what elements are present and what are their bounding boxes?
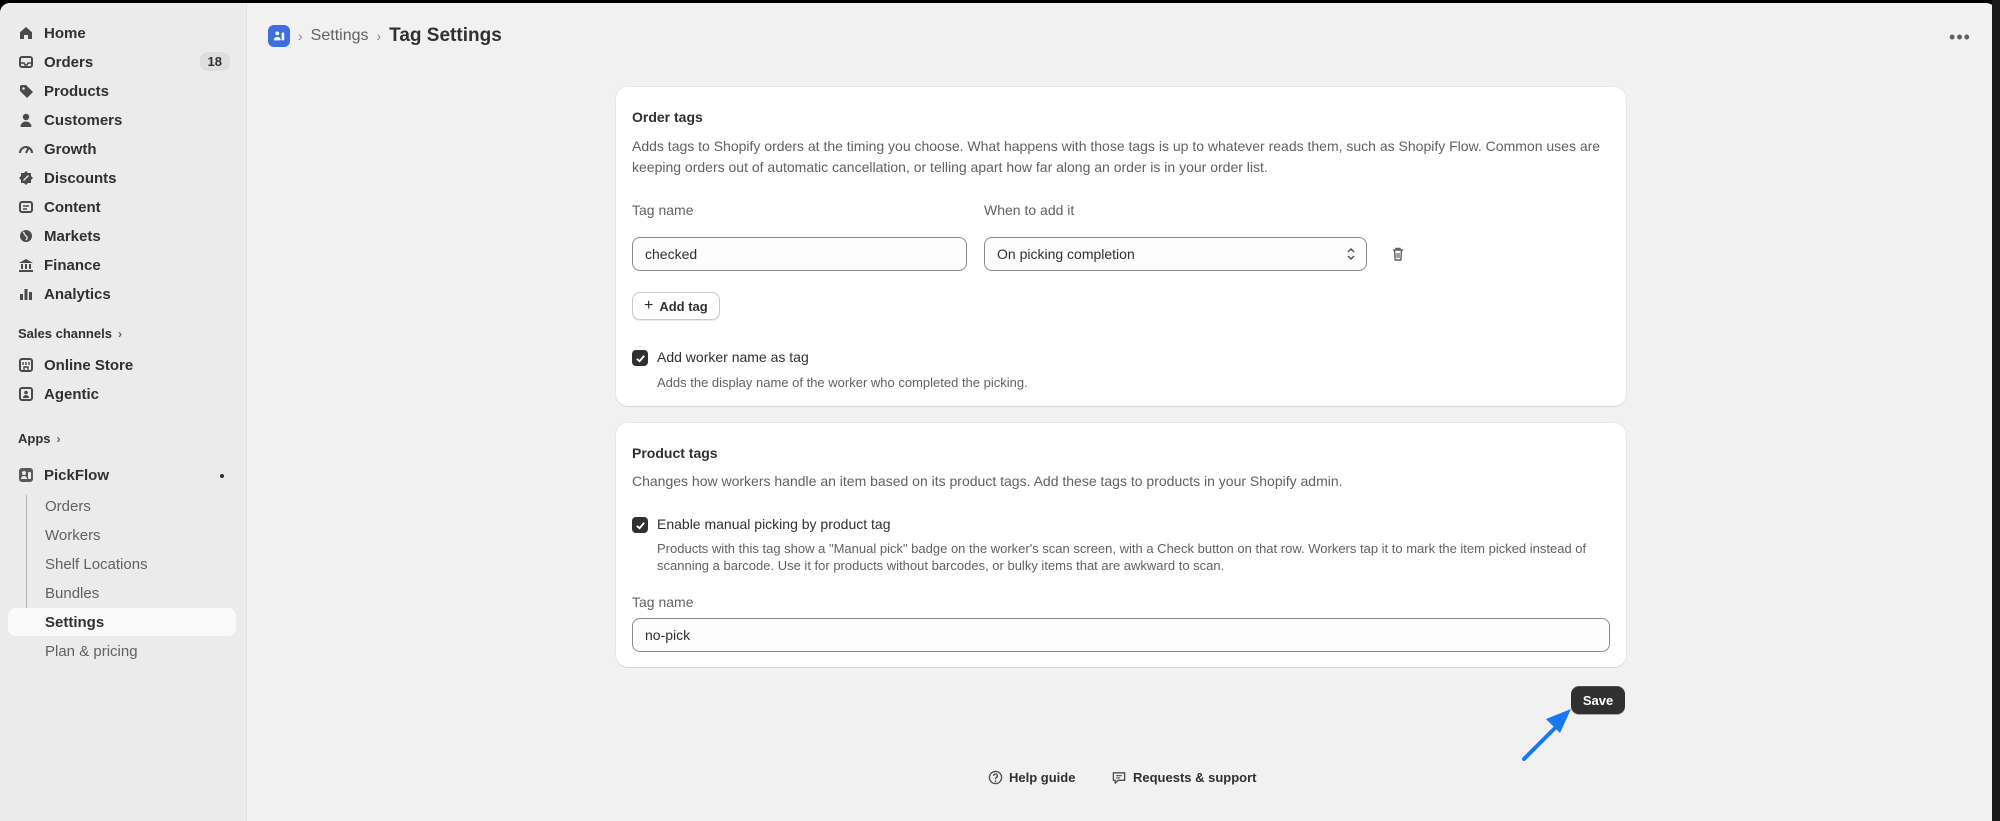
delete-tag-icon[interactable]: [1388, 244, 1408, 264]
person-icon: [18, 112, 34, 128]
sidebar-subitem-plan-pricing[interactable]: Plan & pricing: [8, 637, 236, 665]
breadcrumb: › Settings › Tag Settings: [268, 25, 502, 47]
sidebar-item-label: Finance: [44, 256, 101, 274]
worker-name-checkbox-label[interactable]: Add worker name as tag: [657, 349, 809, 365]
sidebar-item-analytics[interactable]: Analytics: [8, 280, 236, 308]
sidebar-item-content[interactable]: Content: [8, 193, 236, 221]
sidebar-item-markets[interactable]: Markets: [8, 222, 236, 250]
product-tag-name-input[interactable]: no-pick: [632, 618, 1610, 652]
chat-bubble-icon: [1111, 770, 1127, 785]
order-tags-title: Order tags: [632, 109, 703, 125]
requests-support-link[interactable]: Requests & support: [1111, 770, 1257, 785]
sidebar-item-label: Analytics: [44, 285, 111, 303]
product-tag-name-label: Tag name: [632, 594, 694, 610]
select-chevrons-icon: [1346, 246, 1356, 262]
sidebar-subitem-settings[interactable]: Settings: [8, 608, 236, 636]
product-tags-card: Product tags Changes how workers handle …: [616, 423, 1626, 667]
help-circle-icon: [988, 770, 1003, 785]
sidebar-item-pickflow[interactable]: PickFlow: [8, 461, 236, 489]
sidebar-subitem-shelf-locations[interactable]: Shelf Locations: [8, 550, 236, 578]
breadcrumb-settings-link[interactable]: Settings: [311, 27, 369, 45]
sidebar-item-orders[interactable]: Orders 18: [8, 48, 236, 76]
sidebar-item-label: Discounts: [44, 169, 117, 187]
sidebar-item-customers[interactable]: Customers: [8, 106, 236, 134]
sidebar-subitem-bundles[interactable]: Bundles: [8, 579, 236, 607]
help-guide-link[interactable]: Help guide: [988, 770, 1075, 785]
sidebar-item-finance[interactable]: Finance: [8, 251, 236, 279]
when-to-add-label: When to add it: [984, 202, 1075, 218]
pickflow-app-icon[interactable]: [268, 25, 290, 47]
home-icon: [18, 25, 34, 41]
agent-icon: [18, 386, 34, 402]
pointer-arrow-icon: [1522, 709, 1571, 761]
breadcrumb-separator-icon: ›: [376, 28, 382, 44]
sidebar-subitem-workers[interactable]: Workers: [8, 521, 236, 549]
manual-picking-help-text: Products with this tag show a "Manual pi…: [657, 541, 1587, 573]
manual-picking-checkbox-label[interactable]: Enable manual picking by product tag: [657, 516, 890, 532]
sidebar-item-agentic[interactable]: Agentic: [8, 380, 236, 408]
pin-dot-icon: [220, 474, 224, 478]
sidebar-item-home[interactable]: Home: [8, 19, 236, 47]
store-icon: [18, 357, 34, 373]
bar-chart-icon: [18, 286, 34, 302]
content-icon: [18, 199, 34, 215]
plus-icon: +: [644, 297, 654, 314]
chevron-right-icon: ›: [56, 431, 61, 446]
order-tags-description: Adds tags to Shopify orders at the timin…: [632, 138, 1601, 175]
sidebar-item-label: Growth: [44, 140, 97, 158]
sidebar-item-label: Agentic: [44, 385, 100, 403]
sidebar-item-label: Customers: [44, 111, 123, 129]
sidebar-item-label: PickFlow: [44, 466, 110, 484]
sidebar-item-label: Content: [44, 198, 101, 216]
discount-icon: [18, 170, 34, 186]
worker-name-help-text: Adds the display name of the worker who …: [657, 375, 1028, 390]
sidebar-item-label: Home: [44, 24, 86, 42]
add-tag-button[interactable]: + Add tag: [632, 292, 720, 320]
manual-picking-checkbox[interactable]: [632, 517, 648, 533]
apps-heading[interactable]: Apps ›: [18, 431, 61, 446]
breadcrumb-separator-icon: ›: [298, 28, 303, 44]
when-to-add-select[interactable]: On picking completion: [984, 237, 1367, 271]
sidebar-item-label: Online Store: [44, 356, 134, 374]
sales-channels-heading[interactable]: Sales channels ›: [18, 326, 122, 341]
sidebar-item-label: Orders: [44, 53, 94, 71]
window-edge: [1992, 0, 2000, 821]
globe-icon: [18, 228, 34, 244]
pickflow-icon: [18, 467, 34, 483]
product-tags-title: Product tags: [632, 445, 718, 461]
worker-name-checkbox[interactable]: [632, 350, 648, 366]
gauge-icon: [18, 141, 34, 157]
chevron-right-icon: ›: [117, 326, 122, 341]
sidebar-item-label: Markets: [44, 227, 101, 245]
sidebar-item-products[interactable]: Products: [8, 77, 236, 105]
orders-count-badge: 18: [199, 52, 230, 71]
page-title: Tag Settings: [389, 25, 502, 46]
sidebar-item-label: Products: [44, 82, 110, 100]
bank-icon: [18, 257, 34, 273]
sidebar-subitem-orders[interactable]: Orders: [8, 492, 236, 520]
more-actions-icon[interactable]: •••: [1946, 23, 1974, 51]
order-tags-card: Order tags Adds tags to Shopify orders a…: [616, 87, 1626, 406]
tag-icon: [18, 83, 34, 99]
sidebar: Home Orders 18 Products Customers Growth…: [0, 3, 247, 821]
sidebar-item-growth[interactable]: Growth: [8, 135, 236, 163]
app-frame: Home Orders 18 Products Customers Growth…: [0, 3, 1996, 821]
product-tags-description: Changes how workers handle an item based…: [632, 473, 1343, 489]
sidebar-item-online-store[interactable]: Online Store: [8, 351, 236, 379]
inbox-icon: [18, 54, 34, 70]
sidebar-item-discounts[interactable]: Discounts: [8, 164, 236, 192]
order-tag-name-input[interactable]: checked: [632, 237, 967, 271]
tag-name-label: Tag name: [632, 202, 694, 218]
